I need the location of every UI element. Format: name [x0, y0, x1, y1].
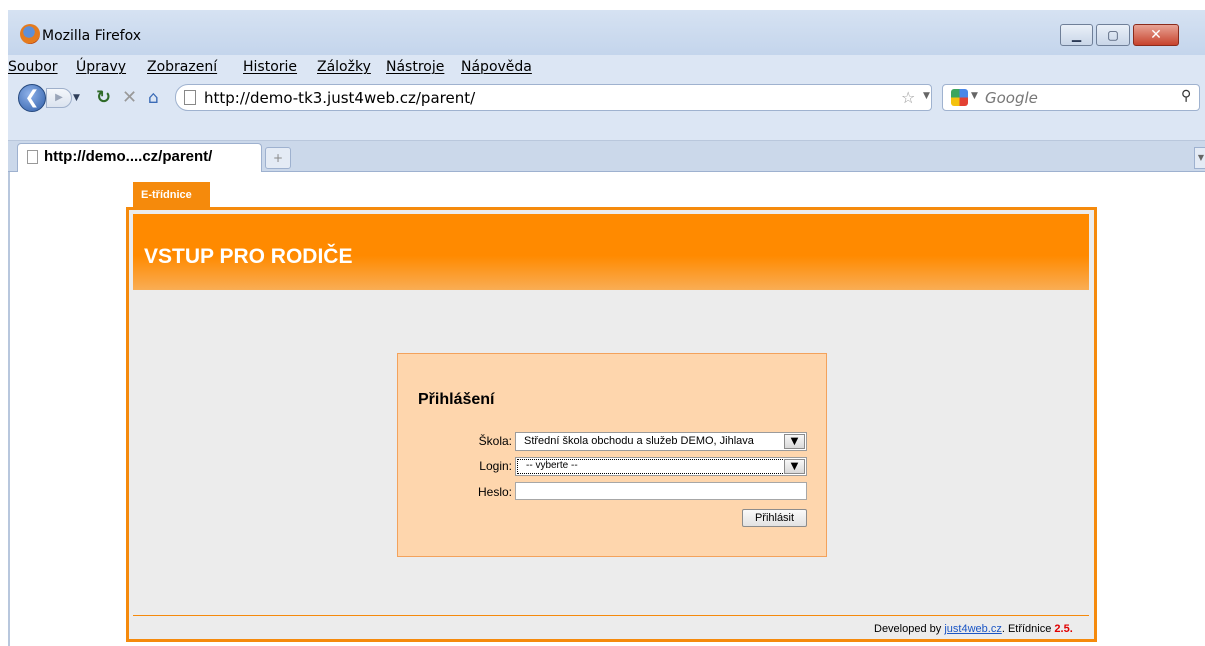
forward-button[interactable]: ▶	[46, 88, 72, 108]
new-tab-button[interactable]: +	[265, 147, 291, 169]
reload-icon: ↻	[96, 87, 112, 108]
menu-item-napoveda[interactable]: Nápověda	[461, 59, 532, 75]
menu-item-historie[interactable]: Historie	[243, 59, 297, 75]
login-label: Login:	[479, 459, 512, 473]
page-icon	[184, 90, 196, 105]
developer-link[interactable]: just4web.cz	[944, 623, 1001, 635]
address-bar[interactable]: http://demo-tk3.just4web.cz/parent/ ☆ ▼	[175, 84, 932, 111]
address-dropdown-icon[interactable]: ▼	[923, 91, 930, 101]
google-logo-icon[interactable]	[951, 89, 968, 106]
tab-parent[interactable]: http://demo....cz/parent/	[17, 143, 262, 172]
school-label: Škola:	[478, 434, 512, 448]
school-select-value: Střední škola obchodu a služeb DEMO, Jih…	[524, 435, 754, 447]
tab-title: http://demo....cz/parent/	[44, 148, 213, 165]
login-select[interactable]: -- vyberte -- ▼	[515, 457, 807, 476]
etridnice-tab[interactable]: E-třídnice	[133, 182, 210, 209]
login-button[interactable]: Přihlásit	[742, 509, 807, 527]
close-button[interactable]: ✕	[1133, 24, 1179, 46]
menu-item-nastroje[interactable]: Nástroje	[386, 59, 444, 75]
back-button[interactable]: ❮	[18, 84, 46, 112]
minimize-icon: ▁	[1071, 28, 1082, 42]
footer-prefix: Developed by	[874, 623, 942, 635]
tab-strip: http://demo....cz/parent/ + ▼	[8, 141, 1205, 172]
title-bar: Mozilla Firefox ▁ ▢ ✕	[8, 10, 1205, 55]
search-icon[interactable]: ⚲	[1181, 88, 1191, 104]
home-icon: ⌂	[148, 88, 159, 108]
footer-divider	[133, 615, 1089, 616]
history-dropdown-button[interactable]: ▼	[73, 88, 85, 108]
search-input[interactable]: Google	[985, 89, 1038, 107]
page-banner: VSTUP PRO RODIČE	[133, 214, 1089, 290]
maximize-icon: ▢	[1107, 28, 1119, 42]
footer: Developed by just4web.cz. Etřídnice 2.5.	[874, 623, 1073, 635]
login-box: Přihlášení Škola: Střední škola obchodu …	[397, 353, 827, 557]
password-label: Heslo:	[477, 485, 512, 499]
menu-bar: Soubor Úpravy Zobrazení Historie Záložky…	[8, 55, 1205, 79]
maximize-button[interactable]: ▢	[1096, 24, 1130, 46]
chevron-down-icon[interactable]: ▼	[784, 434, 805, 449]
menu-item-zobrazeni[interactable]: Zobrazení	[147, 59, 217, 75]
school-select[interactable]: Střední škola obchodu a služeb DEMO, Jih…	[515, 432, 807, 451]
page-icon	[27, 150, 38, 164]
firefox-logo-icon	[20, 24, 40, 44]
minimize-button[interactable]: ▁	[1060, 24, 1093, 46]
back-arrow-icon: ❮	[24, 87, 40, 108]
reload-button[interactable]: ↻	[96, 87, 116, 109]
footer-suffix: . Etřídnice	[1001, 623, 1052, 635]
version-label: 2.5.	[1054, 623, 1073, 635]
forward-arrow-icon: ▶	[55, 92, 63, 103]
plus-icon: +	[272, 151, 284, 165]
main-frame: VSTUP PRO RODIČE Přihlášení Škola: Střed…	[126, 207, 1097, 642]
chevron-down-icon[interactable]: ▼	[784, 459, 805, 474]
login-select-value: -- vyberte --	[526, 460, 578, 471]
chevron-down-icon: ▼	[73, 93, 80, 103]
bookmarks-toolbar	[8, 115, 1205, 141]
window-left-border	[8, 172, 10, 646]
password-field[interactable]	[515, 482, 807, 500]
address-text[interactable]: http://demo-tk3.just4web.cz/parent/	[204, 89, 475, 107]
tab-list-button[interactable]: ▼	[1194, 147, 1205, 169]
menu-item-soubor[interactable]: Soubor	[8, 59, 58, 75]
window-title: Mozilla Firefox	[42, 28, 142, 44]
home-button[interactable]: ⌂	[148, 87, 168, 109]
menu-item-upravy[interactable]: Úpravy	[76, 59, 126, 75]
bookmark-star-icon[interactable]: ☆	[901, 88, 915, 107]
stop-button[interactable]: ✕	[122, 87, 142, 109]
login-heading: Přihlášení	[418, 391, 495, 408]
page-title: VSTUP PRO RODIČE	[144, 245, 353, 268]
stop-icon: ✕	[122, 87, 138, 108]
menu-item-zalozky[interactable]: Záložky	[317, 59, 371, 75]
search-engine-dropdown-icon[interactable]: ▼	[971, 91, 978, 101]
chevron-down-icon: ▼	[1197, 153, 1205, 162]
search-bar[interactable]: ▼ Google ⚲	[942, 84, 1200, 111]
close-icon: ✕	[1150, 27, 1162, 43]
navigation-toolbar: ❮ ▶ ▼ ↻ ✕ ⌂ http://demo-tk3.just4web.cz/…	[8, 79, 1205, 115]
